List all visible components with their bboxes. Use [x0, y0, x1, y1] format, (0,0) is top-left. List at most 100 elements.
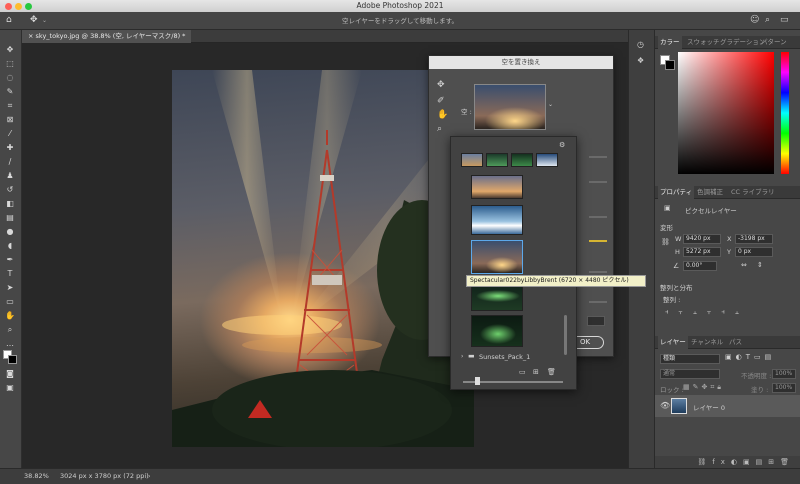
recent-sky-thumbnail[interactable] — [511, 153, 533, 167]
layer-name[interactable]: レイヤー 0 — [693, 402, 725, 412]
quick-mask-icon[interactable]: ◙ — [4, 368, 16, 380]
frame-tool-icon[interactable]: ⊠ — [4, 114, 16, 126]
tab-paths[interactable]: パス — [727, 336, 744, 349]
account-icon[interactable]: ☺ — [750, 15, 759, 25]
layer-filter-select[interactable]: 種類 — [660, 354, 720, 364]
link-icon[interactable]: ⛓ — [661, 238, 670, 246]
quick-select-tool-icon[interactable]: ✎ — [4, 86, 16, 98]
new-group-icon[interactable]: ▭ — [519, 368, 526, 376]
picker-settings-icon[interactable]: ⚙ — [559, 141, 565, 149]
history-brush-tool-icon[interactable]: ↺ — [4, 184, 16, 196]
brush-tool-icon[interactable]: ∕ — [4, 156, 16, 168]
sky-move-tool-icon[interactable]: ✥ — [437, 80, 445, 90]
lasso-tool-icon[interactable]: ◌ — [4, 72, 16, 84]
blur-tool-icon[interactable]: ● — [4, 226, 16, 238]
zoom-tool-icon[interactable]: ⌕ — [4, 324, 16, 336]
history-panel-icon[interactable]: ◷ — [637, 40, 644, 49]
color-background-swatch[interactable] — [665, 60, 675, 70]
tab-cc-libraries[interactable]: CC ライブラリ — [729, 186, 777, 199]
picker-scrollbar[interactable] — [564, 315, 567, 355]
options-hint: 空レイヤーをドラッグして移動します。 — [342, 17, 458, 25]
height-field[interactable]: 5272 px — [683, 247, 721, 257]
document-tab-title: sky_tokyo.jpg @ 38.8% (空, レイヤーマスク/8) * — [35, 32, 186, 40]
selected-sky-preview[interactable] — [474, 84, 546, 130]
sky-dropdown-chevron-icon[interactable]: ⌄ — [548, 101, 553, 108]
delete-icon[interactable]: 🗑︎ — [547, 368, 556, 376]
more-tools-icon[interactable]: … — [4, 338, 16, 350]
path-select-tool-icon[interactable]: ➤ — [4, 282, 16, 294]
transform-heading[interactable]: 変形 — [660, 222, 673, 232]
output-select[interactable] — [587, 316, 605, 326]
recent-sky-thumbnail[interactable] — [536, 153, 558, 167]
marquee-tool-icon[interactable]: ⬚ — [4, 58, 16, 70]
gradient-tool-icon[interactable]: ▤ — [4, 212, 16, 224]
w-label: W — [675, 235, 682, 243]
tab-color[interactable]: カラー — [658, 36, 682, 49]
angle-field[interactable]: 0.00° — [683, 261, 717, 271]
zoom-level[interactable]: 38.82% — [24, 469, 49, 484]
close-tab-icon[interactable]: × — [28, 32, 33, 40]
sky-thumbnail[interactable] — [471, 315, 523, 347]
folder-label[interactable]: Sunsets_Pack_1 — [479, 353, 530, 361]
folder-expand-icon[interactable]: › — [461, 353, 463, 360]
layer-row[interactable]: 👁︎ レイヤー 0 — [655, 395, 800, 417]
layer-filter-icons[interactable]: ▣◐T▭▤ — [725, 353, 775, 361]
document-tab[interactable]: × sky_tokyo.jpg @ 38.8% (空, レイヤーマスク/8) * — [22, 30, 192, 43]
fill-field[interactable]: 100% — [772, 383, 796, 393]
healing-brush-tool-icon[interactable]: ✚ — [4, 142, 16, 154]
x-field[interactable]: -3198 px — [735, 234, 773, 244]
hand-tool-icon[interactable]: ✋ — [437, 110, 448, 120]
eyedropper-tool-icon[interactable]: ⁄ — [4, 128, 16, 140]
sky-thumbnail[interactable] — [471, 205, 523, 235]
new-sky-icon[interactable]: ⊞ — [533, 368, 539, 376]
recent-sky-thumbnail[interactable] — [486, 153, 508, 167]
workspace-icon[interactable]: ▭ — [780, 15, 789, 25]
search-icon[interactable]: ⌕ — [765, 15, 770, 25]
tab-patterns[interactable]: パターン — [759, 36, 789, 49]
visibility-eye-icon[interactable]: 👁︎ — [660, 401, 670, 410]
clone-stamp-tool-icon[interactable]: ♟ — [4, 170, 16, 182]
slider-track — [589, 181, 607, 183]
minimize-window-button[interactable] — [15, 2, 22, 10]
tab-channels[interactable]: チャンネル — [689, 336, 725, 349]
hand-tool-icon[interactable]: ✋ — [4, 310, 16, 322]
eraser-tool-icon[interactable]: ◧ — [4, 198, 16, 210]
layers-footer-icons[interactable]: ⛓fx◐▣▤⊞🗑︎ — [655, 456, 800, 468]
hue-slider[interactable] — [781, 52, 789, 174]
sky-thumbnail-selected[interactable] — [471, 240, 523, 274]
tab-adjustments[interactable]: 色調補正 — [695, 186, 725, 199]
color-field[interactable] — [678, 52, 774, 174]
y-field[interactable]: 0 px — [735, 247, 773, 257]
screen-mode-icon[interactable]: ▣ — [4, 382, 16, 394]
slider-track — [589, 240, 607, 242]
zoom-window-button[interactable] — [25, 2, 32, 10]
flip-vertical-icon[interactable]: ⇕ — [757, 261, 763, 269]
blend-mode-select[interactable]: 通常 — [660, 369, 720, 379]
type-tool-icon[interactable]: T — [4, 268, 16, 280]
opacity-field[interactable]: 100% — [772, 369, 796, 379]
flip-horizontal-icon[interactable]: ⇔ — [741, 261, 747, 269]
align-heading[interactable]: 整列と分布 — [660, 282, 693, 292]
tab-properties[interactable]: プロパティ — [658, 186, 695, 199]
background-color-swatch[interactable] — [8, 355, 17, 364]
align-buttons-icon[interactable]: ⫞⫟⫠⫟⫞⫠ — [665, 308, 749, 317]
brush-settings-icon[interactable]: ❖ — [637, 56, 644, 65]
status-bar: 38.82% 3024 px x 3780 px (72 ppi) › — [0, 468, 800, 484]
sky-brush-tool-icon[interactable]: ✐ — [437, 96, 445, 106]
pen-tool-icon[interactable]: ✒ — [4, 254, 16, 266]
width-field[interactable]: 9420 px — [683, 234, 721, 244]
recent-sky-thumbnail[interactable] — [461, 153, 483, 167]
crop-tool-icon[interactable]: ⌗ — [4, 100, 16, 112]
dodge-tool-icon[interactable]: ◖ — [4, 240, 16, 252]
tab-layers[interactable]: レイヤー — [658, 336, 688, 349]
move-tool-icon[interactable]: ✥ — [4, 44, 16, 56]
tab-swatches[interactable]: スウォッチ — [685, 36, 722, 49]
status-chevron-icon[interactable]: › — [148, 469, 150, 484]
zoom-tool-icon[interactable]: ⌕ — [437, 124, 442, 134]
sky-thumbnail[interactable] — [471, 175, 523, 199]
close-window-button[interactable] — [5, 2, 12, 10]
dialog-title: 空を置き換え — [429, 56, 613, 69]
rectangle-tool-icon[interactable]: ▭ — [4, 296, 16, 308]
thumbnail-size-handle[interactable] — [475, 377, 480, 385]
lock-icons[interactable]: ▦✎✥⌗🔒︎ — [683, 383, 724, 392]
